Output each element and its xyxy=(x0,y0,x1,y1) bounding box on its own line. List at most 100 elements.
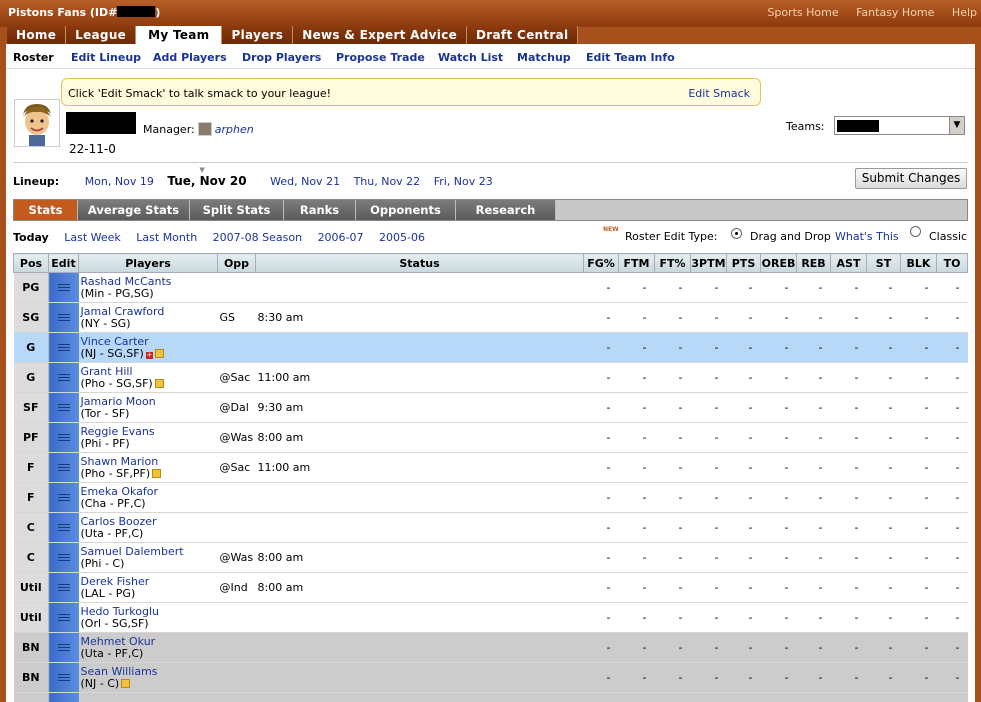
player-position[interactable]: Util xyxy=(13,602,49,633)
period-last-week[interactable]: Last Week xyxy=(64,231,121,244)
period-last-month[interactable]: Last Month xyxy=(136,231,197,244)
tab-my-team[interactable]: My Team xyxy=(136,26,223,44)
table-row[interactable]: BN Mehmet Okur (Uta - PF,C) - - - - - - - - - - - xyxy=(13,632,968,663)
player-position[interactable]: BN xyxy=(13,662,49,693)
drag-handle[interactable] xyxy=(48,572,79,603)
smack-bubble: Click 'Edit Smack' to talk smack to your… xyxy=(61,78,761,106)
tab-draft-central[interactable]: Draft Central xyxy=(467,26,579,44)
player-position[interactable]: C xyxy=(13,512,49,543)
player-note-icon[interactable] xyxy=(152,468,162,478)
player-note-icon[interactable] xyxy=(154,378,164,388)
subnav-roster[interactable]: Roster xyxy=(13,51,54,64)
table-row[interactable]: SG Jamal Crawford (NY - SG) GS 8:30 am - - - - - -… xyxy=(13,302,968,333)
table-row[interactable]: Util Hedo Turkoglu (Orl - SG,SF) - - - - - - - - - -… xyxy=(13,602,968,633)
table-row[interactable]: PF Reggie Evans (Phi - PF) @Was 8:00 am - - - - -… xyxy=(13,422,968,453)
subnav-edit-lineup[interactable]: Edit Lineup xyxy=(71,51,141,64)
whats-this-link[interactable]: What's This xyxy=(835,230,899,243)
player-position[interactable]: BN xyxy=(13,692,49,702)
tab-stats[interactable]: Stats xyxy=(14,200,78,220)
period-2007-08[interactable]: 2007-08 Season xyxy=(213,231,302,244)
drag-handle[interactable] xyxy=(48,332,79,363)
table-row[interactable]: F Emeka Okafor (Cha - PF,C) - - - - - - - - - - - xyxy=(13,482,968,513)
drag-handle[interactable] xyxy=(48,452,79,483)
subnav-drop-players[interactable]: Drop Players xyxy=(242,51,321,64)
drag-handle[interactable] xyxy=(48,392,79,423)
tab-research[interactable]: Research xyxy=(456,200,556,220)
sports-home-link[interactable]: Sports Home xyxy=(767,6,838,19)
drag-handle[interactable] xyxy=(48,422,79,453)
table-row[interactable]: G Grant Hill (Pho - SG,SF) @Sac 11:00 am - - - -… xyxy=(13,362,968,393)
player-position[interactable]: PF xyxy=(13,422,49,453)
player-position[interactable]: C xyxy=(13,542,49,573)
table-row[interactable]: BN Sean Williams (NJ - C) - - - - - - - - - - - xyxy=(13,662,968,693)
stat-value: - xyxy=(690,542,727,573)
stat-value: - xyxy=(866,302,901,333)
tab-league[interactable]: League xyxy=(66,26,137,44)
period-2005-06[interactable]: 2005-06 xyxy=(379,231,425,244)
subnav-watch-list[interactable]: Watch List xyxy=(438,51,503,64)
drag-handle[interactable] xyxy=(48,362,79,393)
player-position[interactable]: BN xyxy=(13,632,49,663)
table-row[interactable]: C Carlos Boozer (Uta - PF,C) - - - - - - - - - - - xyxy=(13,512,968,543)
drag-handle[interactable] xyxy=(48,692,79,702)
drag-handle[interactable] xyxy=(48,482,79,513)
player-position[interactable]: G xyxy=(13,332,49,363)
stat-value: - xyxy=(583,482,619,513)
manager-link[interactable]: arphen xyxy=(215,123,254,136)
lineup-date-mon[interactable]: Mon, Nov 19 xyxy=(85,175,154,188)
player-eligibility: (NJ - SG,SF) xyxy=(80,346,144,360)
fantasy-home-link[interactable]: Fantasy Home xyxy=(856,6,934,19)
tab-news[interactable]: News & Expert Advice xyxy=(293,26,468,44)
stat-value: - xyxy=(866,662,901,693)
tab-opponents[interactable]: Opponents xyxy=(356,200,456,220)
subnav-edit-team-info[interactable]: Edit Team Info xyxy=(586,51,675,64)
table-row[interactable]: PG Rashad McCants (Min - PG,SG) - - - - - - - - - - - xyxy=(13,272,968,303)
chevron-down-icon[interactable]: ▼ xyxy=(949,117,964,134)
injury-icon[interactable]: + xyxy=(145,351,153,359)
tab-players[interactable]: Players xyxy=(222,26,294,44)
classic-radio[interactable] xyxy=(910,226,921,237)
table-row[interactable]: BNShane Battier----------- xyxy=(13,692,968,702)
player-position[interactable]: SG xyxy=(13,302,49,333)
period-today[interactable]: Today xyxy=(13,231,49,244)
player-position[interactable]: SF xyxy=(13,392,49,423)
drag-handle[interactable] xyxy=(48,542,79,573)
player-position[interactable]: PG xyxy=(13,272,49,303)
subnav-matchup[interactable]: Matchup xyxy=(517,51,571,64)
lineup-date-wed[interactable]: Wed, Nov 21 xyxy=(270,175,340,188)
drag-drop-radio[interactable] xyxy=(731,228,742,239)
table-row[interactable]: F Shawn Marion (Pho - SF,PF) @Sac 11:00 am - -… xyxy=(13,452,968,483)
player-position[interactable]: F xyxy=(13,482,49,513)
player-position[interactable]: F xyxy=(13,452,49,483)
drag-handle[interactable] xyxy=(48,302,79,333)
drag-handle[interactable] xyxy=(48,602,79,633)
table-row[interactable]: C Samuel Dalembert (Phi - C) @Was 8:00 am - - -… xyxy=(13,542,968,573)
table-row[interactable]: SF Jamario Moon (Tor - SF) @Dal 9:30 am - - - - -… xyxy=(13,392,968,423)
stat-value: - xyxy=(866,332,901,363)
subnav-propose-trade[interactable]: Propose Trade xyxy=(336,51,425,64)
edit-smack-link[interactable]: Edit Smack xyxy=(688,87,750,100)
player-position[interactable]: G xyxy=(13,362,49,393)
player-note-icon[interactable] xyxy=(154,348,164,358)
tab-home[interactable]: Home xyxy=(7,26,67,44)
lineup-date-fri[interactable]: Fri, Nov 23 xyxy=(434,175,493,188)
drag-handle[interactable] xyxy=(48,512,79,543)
tab-ranks[interactable]: Ranks xyxy=(284,200,356,220)
period-2006-07[interactable]: 2006-07 xyxy=(318,231,364,244)
stat-value: - xyxy=(936,452,968,483)
player-position[interactable]: Util xyxy=(13,572,49,603)
subnav-add-players[interactable]: Add Players xyxy=(153,51,227,64)
submit-changes-button[interactable]: Submit Changes xyxy=(855,168,967,189)
table-row[interactable]: Util Derek Fisher (LAL - PG) @Ind 8:00 am - - -… xyxy=(13,572,968,603)
help-link[interactable]: Help xyxy=(952,6,977,19)
lineup-date-thu[interactable]: Thu, Nov 22 xyxy=(354,175,421,188)
drag-handle[interactable] xyxy=(48,272,79,303)
drag-handle[interactable] xyxy=(48,662,79,693)
drag-handle[interactable] xyxy=(48,632,79,663)
tab-average-stats[interactable]: Average Stats xyxy=(78,200,190,220)
player-note-icon[interactable] xyxy=(121,678,131,688)
table-row[interactable]: G Vince Carter (NJ - SG,SF) + - - - - - - - - - - - xyxy=(13,332,968,363)
teams-select[interactable]: ▼ xyxy=(834,116,965,135)
player-cell: Shawn Marion (Pho - SF,PF) xyxy=(78,452,218,483)
tab-split-stats[interactable]: Split Stats xyxy=(190,200,284,220)
